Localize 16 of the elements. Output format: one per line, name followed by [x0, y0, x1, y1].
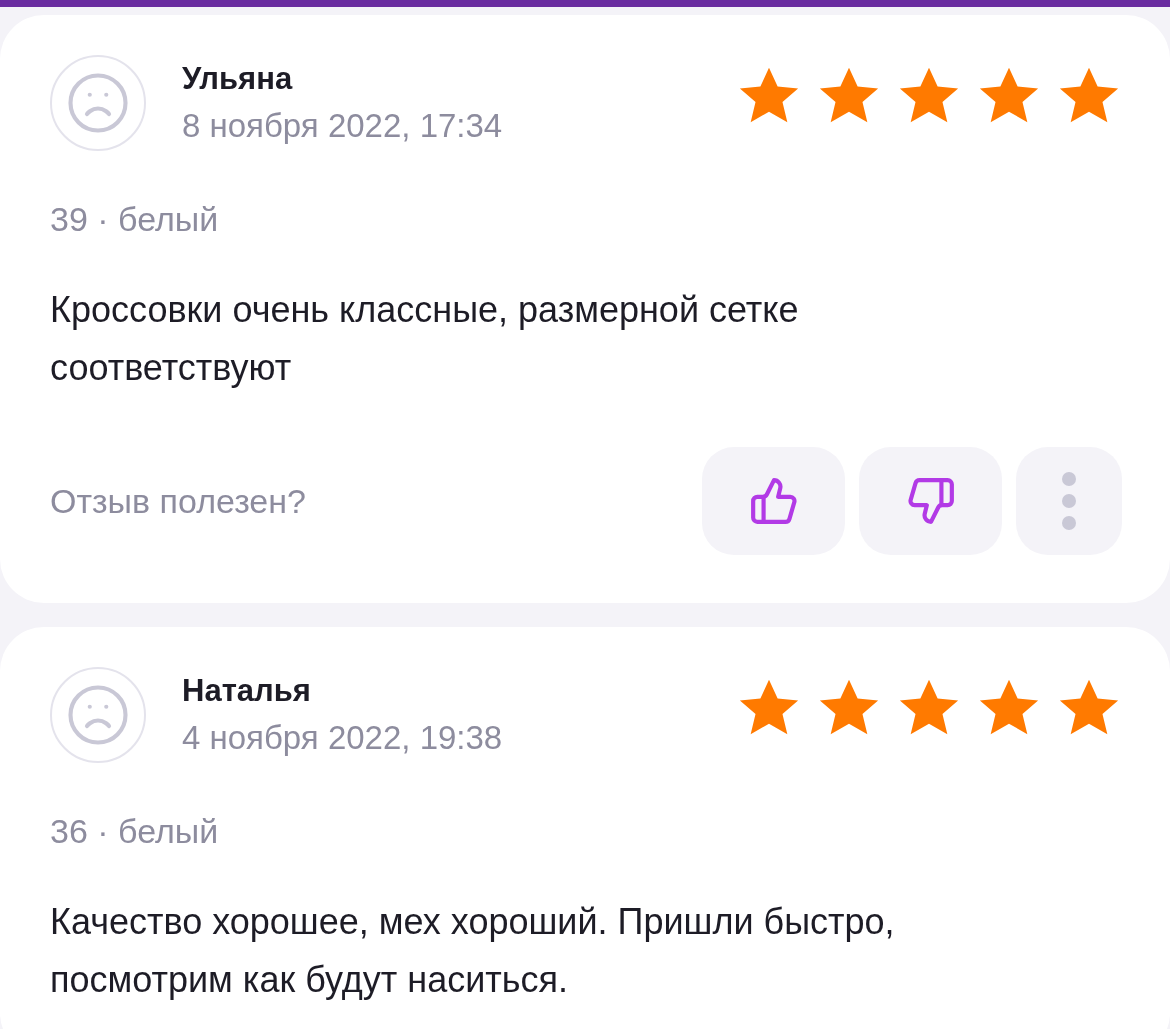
review-text: Кроссовки очень классные, размерной сетке соответствуют [50, 288, 800, 390]
author-name: Наталья [182, 672, 312, 710]
variant-info: 39 · белый [50, 199, 220, 240]
sad-face-icon [65, 682, 131, 748]
variant-info: 36 · белый [50, 811, 220, 852]
thumbs-down-icon [905, 476, 956, 526]
review-date: 4 ноября 2022, 19:38 [182, 718, 503, 758]
author-name: Ульяна [182, 60, 294, 98]
review-date: 8 ноября 2022, 17:34 [182, 106, 503, 146]
like-button[interactable] [702, 447, 845, 555]
dislike-button[interactable] [859, 447, 1002, 555]
review-text: Качество хорошее, мех хороший. Пришли быстро, посмотрим как будут наситься. [50, 900, 896, 1002]
thumbs-up-icon [748, 476, 799, 526]
more-icon [1062, 472, 1076, 530]
helpful-prompt: Отзыв полезен? [50, 480, 306, 522]
sad-face-icon [65, 70, 131, 136]
